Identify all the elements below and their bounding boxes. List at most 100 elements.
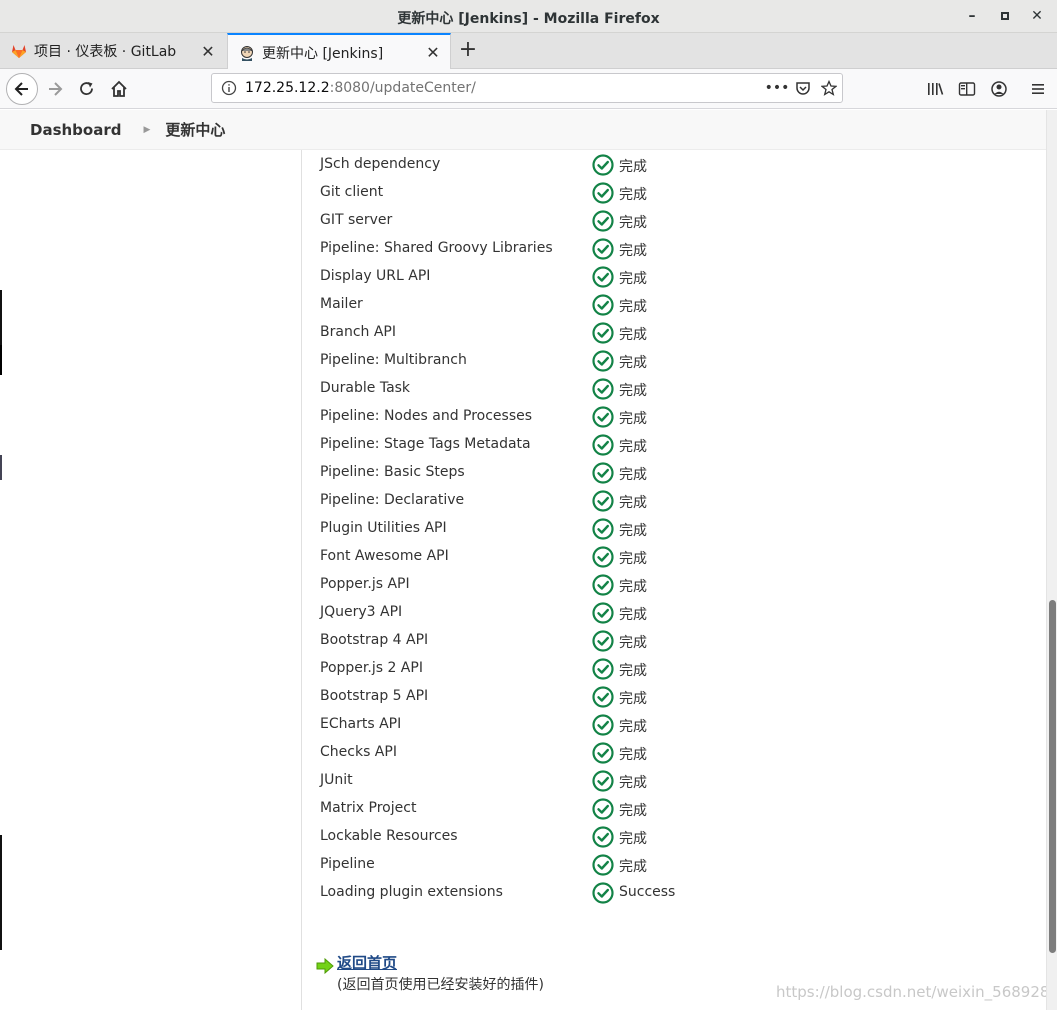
plugin-row: GIT server 完成 [320,207,1020,235]
plugin-name: JQuery3 API [320,604,403,620]
back-home-link[interactable]: 返回首页 [337,952,397,973]
breadcrumb-update-center[interactable]: 更新中心 [165,119,225,140]
success-check-icon [592,350,614,372]
plugin-status: 完成 [619,271,647,287]
success-check-icon [592,518,614,540]
window-edge [0,290,2,345]
library-button[interactable] [923,77,947,101]
success-check-icon [592,602,614,624]
menu-button[interactable] [1026,77,1050,101]
window-title: 更新中心 [Jenkins] - Mozilla Firefox [397,11,660,27]
plugin-status: 完成 [619,411,647,427]
plugin-row: Bootstrap 4 API 完成 [320,627,1020,655]
plugin-name: Matrix Project [320,800,417,816]
success-check-icon [592,406,614,428]
success-check-icon [592,714,614,736]
plugin-row: Git client 完成 [320,179,1020,207]
plugin-row: JUnit 完成 [320,767,1020,795]
plugin-name: Pipeline: Nodes and Processes [320,408,533,424]
navigation-bar: 172.25.12.2 :8080/updateCenter/ ••• [0,69,1057,109]
success-check-icon [592,770,614,792]
plugin-name: Pipeline [320,856,375,872]
plugin-name: Checks API [320,744,397,760]
gitlab-icon [12,45,26,58]
success-check-icon [592,210,614,232]
plugin-status: 完成 [619,383,647,399]
sidebar-toggle-button[interactable] [955,77,979,101]
breadcrumb-dashboard[interactable]: Dashboard [30,121,121,139]
close-window-button[interactable]: ✕ [1027,6,1047,26]
bookmark-star-button[interactable] [816,79,842,96]
jenkins-icon [241,45,253,61]
plugin-name: Display URL API [320,268,431,284]
success-check-icon [592,322,614,344]
success-check-icon [592,742,614,764]
tab-close-button[interactable]: ✕ [422,43,444,62]
breadcrumb-separator-icon[interactable]: ▶ [143,125,150,135]
plugin-row: Plugin Utilities API 完成 [320,515,1020,543]
back-home-description: (返回首页使用已经安装好的插件) [337,977,544,993]
plugin-name: ECharts API [320,716,402,732]
plugin-row: Pipeline: Declarative 完成 [320,487,1020,515]
success-check-icon [592,238,614,260]
page-actions-button[interactable]: ••• [764,80,790,96]
plugin-row: Checks API 完成 [320,739,1020,767]
success-check-icon [592,658,614,680]
success-check-icon [592,378,614,400]
breadcrumb: Dashboard ▶ 更新中心 [0,110,1046,150]
plugin-row: ECharts API 完成 [320,711,1020,739]
minimize-button[interactable]: – [962,6,982,26]
plugin-row: Bootstrap 5 API 完成 [320,683,1020,711]
scrollbar-thumb[interactable] [1049,600,1056,953]
plugin-name: JSch dependency [320,156,441,172]
plugin-row: Pipeline: Multibranch 完成 [320,347,1020,375]
tab-bar: 项目 · 仪表板 · GitLab ✕ 更新中心 [Jenkins] ✕ + [0,33,1057,70]
page-content: Dashboard ▶ 更新中心 JSch dependency 完成 Git cl… [0,110,1046,1010]
plugin-name: Pipeline: Multibranch [320,352,467,368]
success-check-icon [592,546,614,568]
plugin-status: 完成 [619,579,647,595]
tab-gitlab[interactable]: 项目 · 仪表板 · GitLab ✕ [0,33,225,69]
url-bar[interactable]: 172.25.12.2 :8080/updateCenter/ ••• [211,73,843,103]
plugin-name: JUnit [320,772,353,788]
plugin-status: 完成 [619,159,647,175]
reload-button[interactable] [71,73,103,105]
plugin-row: Pipeline: Stage Tags Metadata 完成 [320,431,1020,459]
plugin-row: Durable Task 完成 [320,375,1020,403]
success-check-icon [592,686,614,708]
pocket-button[interactable] [790,80,816,96]
account-button[interactable] [987,77,1011,101]
account-icon [991,81,1007,97]
plugin-status: 完成 [619,635,647,651]
plugin-status: 完成 [619,299,647,315]
plugin-status: 完成 [619,355,647,371]
info-icon[interactable] [221,80,237,96]
window-edge [0,345,2,375]
plugin-name: Durable Task [320,380,411,396]
success-check-icon [592,854,614,876]
back-button[interactable] [6,73,38,105]
tab-close-button[interactable]: ✕ [197,42,219,61]
forward-button[interactable] [39,73,71,105]
plugin-row: Popper.js 2 API 完成 [320,655,1020,683]
plugin-status: 完成 [619,859,647,875]
plugin-status: 完成 [619,327,647,343]
success-check-icon [592,798,614,820]
page-scrollbar[interactable] [1046,110,1057,1010]
plugin-status: 完成 [619,523,647,539]
plugin-status: 完成 [619,719,647,735]
star-icon [820,79,838,96]
home-button[interactable] [103,73,135,105]
plugin-name: Popper.js API [320,576,410,592]
plugin-row: Font Awesome API 完成 [320,543,1020,571]
window-edge [0,835,2,950]
window-titlebar: 更新中心 [Jenkins] - Mozilla Firefox – ✕ [0,0,1057,33]
maximize-button[interactable] [995,6,1015,26]
plugin-status: 完成 [619,747,647,763]
tab-jenkins[interactable]: 更新中心 [Jenkins] ✕ [227,33,451,70]
success-check-icon [592,462,614,484]
plugin-row: Pipeline 完成 [320,851,1020,879]
library-icon [928,83,944,95]
plugin-row: Mailer 完成 [320,291,1020,319]
new-tab-button[interactable]: + [455,38,481,64]
